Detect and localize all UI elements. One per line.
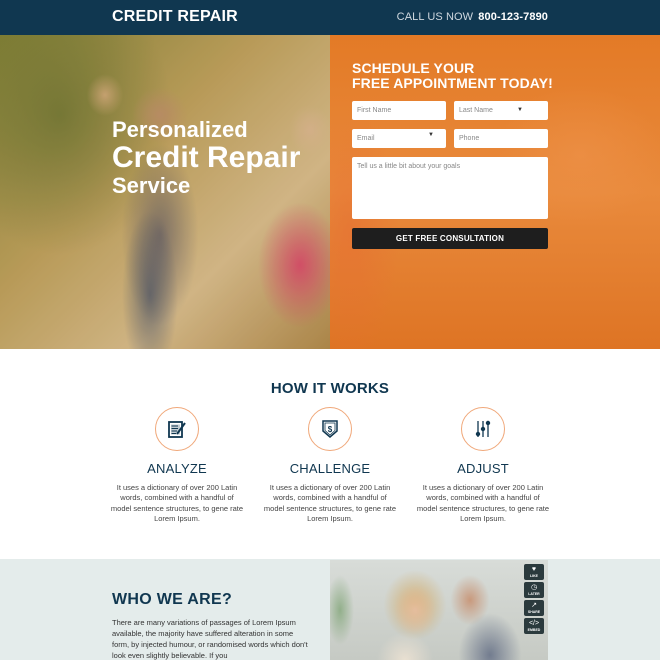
share-button[interactable]: ↗ SHARE — [524, 600, 544, 616]
svg-text:$: $ — [328, 425, 333, 434]
dropdown-caret-icon: ▼ — [517, 107, 523, 113]
embed-label: EMBED — [527, 628, 541, 632]
phone-placeholder: Phone — [459, 135, 480, 142]
document-edit-icon — [168, 421, 186, 438]
call-us: CALL US NOW 800-123-7890 — [397, 11, 548, 23]
call-us-label: CALL US NOW — [396, 11, 474, 23]
first-name-placeholder: First Name — [357, 107, 392, 114]
later-label: LATER — [528, 592, 540, 596]
share-label: SHARE — [527, 610, 541, 614]
sliders-icon — [475, 420, 491, 437]
dropdown-caret-icon: ▼ — [428, 132, 434, 138]
hero-section — [0, 35, 660, 349]
form-title: SCHEDULE YOUR FREE APPOINTMENT TODAY! — [352, 61, 553, 91]
last-name-placeholder: Last Name — [459, 107, 493, 114]
step-text: It uses a dictionary of over 200 Latin w… — [263, 483, 397, 524]
step-title: CHALLENGE — [289, 461, 371, 476]
who-we-are-text: There are many variations of passages of… — [112, 618, 308, 660]
step-text: It uses a dictionary of over 200 Latin w… — [110, 483, 244, 524]
hero-headline-line2: Credit Repair — [112, 141, 301, 174]
how-it-works-title: HOW IT WORKS — [270, 380, 390, 397]
dollar-shield-icon: $ — [322, 420, 338, 438]
embed-icon: </> — [528, 620, 540, 627]
form-title-line2: FREE APPOINTMENT TODAY! — [352, 75, 553, 91]
form-title-line1: SCHEDULE YOUR — [352, 60, 475, 76]
hero-headline: Personalized Credit Repair Service — [112, 117, 300, 199]
step-icon-circle — [155, 407, 199, 451]
couple-photo — [330, 560, 548, 660]
step-title: ANALYZE — [147, 461, 207, 476]
email-placeholder: Email — [357, 135, 375, 142]
step-title: ADJUST — [457, 461, 509, 476]
top-header: CREDIT REPAIR CALL US NOW 800-123-7890 — [0, 0, 660, 35]
first-name-input[interactable]: First Name — [352, 101, 446, 120]
step-icon-circle — [461, 407, 505, 451]
heart-icon: ♥ — [531, 566, 537, 573]
like-label: LIKE — [530, 574, 538, 578]
last-name-input[interactable]: Last Name ▼ — [454, 101, 548, 120]
phone-number[interactable]: 800-123-7890 — [478, 11, 548, 23]
goals-textarea[interactable]: Tell us a little bit about your goals — [352, 157, 548, 219]
step-icon-circle: $ — [308, 407, 352, 451]
like-button[interactable]: ♥ LIKE — [524, 564, 544, 580]
who-we-are-title: WHO WE ARE? — [112, 591, 233, 608]
share-icon: ↗ — [531, 602, 537, 609]
hero-headline-line1: Personalized — [112, 117, 248, 142]
step-challenge: $ CHALLENGE It uses a dictionary of over… — [260, 407, 400, 525]
step-text: It uses a dictionary of over 200 Latin w… — [416, 483, 550, 524]
goals-placeholder: Tell us a little bit about your goals — [357, 163, 461, 170]
share-toolbar: ♥ LIKE ◷ LATER ↗ SHARE </> EMBED — [524, 564, 544, 636]
embed-button[interactable]: </> EMBED — [524, 618, 544, 634]
hero-headline-line3: Service — [112, 173, 191, 198]
step-analyze: ANALYZE It uses a dictionary of over 200… — [107, 407, 247, 525]
later-button[interactable]: ◷ LATER — [524, 582, 544, 598]
site-logo[interactable]: CREDIT REPAIR — [112, 8, 238, 26]
email-input[interactable]: Email ▼ — [352, 129, 446, 148]
clock-icon: ◷ — [530, 584, 538, 591]
phone-input[interactable]: Phone — [454, 129, 548, 148]
get-free-consultation-button[interactable]: GET FREE CONSULTATION — [352, 228, 548, 249]
step-adjust: ADJUST It uses a dictionary of over 200 … — [413, 407, 553, 525]
